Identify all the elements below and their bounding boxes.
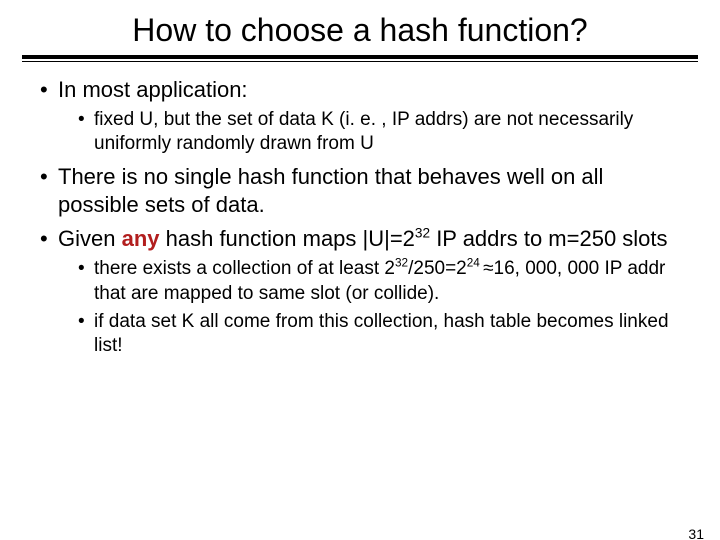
slide-title: How to choose a hash function? (0, 12, 720, 49)
sub-bullet-item: fixed U, but the set of data K (i. e. , … (78, 108, 680, 157)
bullet-item: There is no single hash function that be… (40, 163, 680, 219)
slide: How to choose a hash function? In most a… (0, 12, 720, 540)
bullet-item: Given any hash function maps |U|=232 IP … (40, 225, 680, 358)
bullet-text: There is no single hash function that be… (58, 164, 603, 217)
title-rule-thick (22, 55, 698, 59)
bullet-text: Given (58, 226, 122, 251)
bullet-text: IP addrs to m=250 slots (430, 226, 667, 251)
bullet-text: In most application: (58, 77, 248, 102)
superscript: 24 (467, 257, 483, 270)
sub-bullet-item: if data set K all come from this collect… (78, 310, 680, 359)
superscript: 32 (395, 257, 408, 270)
bullet-text: hash function maps |U|=2 (160, 226, 415, 251)
bullet-text: /250=2 (408, 258, 467, 279)
superscript: 32 (415, 226, 430, 241)
bullet-item: In most application: fixed U, but the se… (40, 76, 680, 157)
emphasis-any: any (122, 226, 160, 251)
sub-bullet-item: there exists a collection of at least 23… (78, 257, 680, 306)
sub-bullet-list: there exists a collection of at least 23… (58, 257, 680, 358)
sub-bullet-list: fixed U, but the set of data K (i. e. , … (58, 108, 680, 157)
title-rule-thin (22, 61, 698, 62)
page-number: 31 (688, 526, 704, 540)
bullet-text: fixed U, but the set of data K (i. e. , … (94, 109, 633, 154)
bullet-list: In most application: fixed U, but the se… (40, 76, 680, 359)
bullet-text: if data set K all come from this collect… (94, 311, 669, 356)
bullet-text: there exists a collection of at least 2 (94, 258, 395, 279)
